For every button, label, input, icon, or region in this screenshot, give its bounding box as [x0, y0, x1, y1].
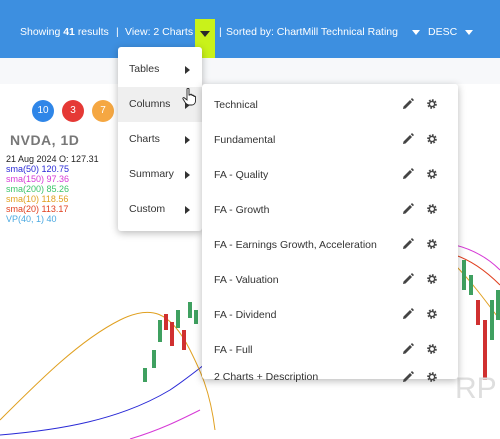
column-set-label: FA - Full: [214, 344, 253, 356]
menu-item-label: Summary: [129, 168, 174, 180]
sma20-line: [454, 254, 500, 286]
menu-item-label: Custom: [129, 203, 166, 215]
column-set-label: FA - Quality: [214, 169, 269, 181]
columns-submenu: Technical Fundamental FA - Quality FA - …: [202, 84, 458, 379]
column-set-item[interactable]: FA - Valuation: [202, 262, 458, 297]
view-menu: Tables Columns Charts Summary Custom: [118, 47, 202, 231]
pencil-icon[interactable]: [402, 168, 414, 180]
gear-icon[interactable]: [426, 238, 438, 250]
chart-legend: 21 Aug 2024 O: 127.31 sma(50) 120.75 sma…: [6, 154, 99, 224]
pencil-icon[interactable]: [402, 238, 414, 250]
chevron-right-icon: [185, 66, 190, 74]
chevron-right-icon: [185, 171, 190, 179]
chevron-right-icon: [185, 206, 190, 214]
pencil-icon[interactable]: [402, 371, 414, 383]
menu-item-tables[interactable]: Tables: [118, 52, 202, 87]
gear-icon[interactable]: [426, 168, 438, 180]
legend-sma150: sma(150) 97.36: [6, 174, 70, 184]
gear-icon[interactable]: [426, 371, 438, 383]
gear-icon[interactable]: [426, 133, 438, 145]
menu-item-label: Tables: [129, 63, 160, 75]
chevron-down-icon: [411, 29, 420, 35]
legend-vp: VP(40, 1) 40: [6, 214, 57, 224]
column-set-label: FA - Growth: [214, 204, 270, 216]
pencil-icon[interactable]: [402, 273, 414, 285]
pencil-icon[interactable]: [402, 98, 414, 110]
results-toolbar: Showing 41 results | View: 2 Charts | So…: [0, 0, 500, 58]
sort-selector-label: Sorted by: ChartMill Technical Rating: [226, 26, 398, 38]
pencil-icon[interactable]: [402, 203, 414, 215]
chart-date-ohlc: 21 Aug 2024 O: 127.31: [6, 154, 99, 164]
legend-sma200: sma(200) 85.26: [6, 184, 70, 194]
rating-badge: 7: [92, 100, 114, 122]
menu-item-charts[interactable]: Charts: [118, 122, 202, 157]
column-set-item[interactable]: Technical: [202, 87, 458, 122]
toolbar-separator: |: [116, 26, 119, 38]
menu-item-summary[interactable]: Summary: [118, 157, 202, 192]
sma150-line: [129, 409, 201, 439]
chevron-right-icon: [185, 136, 190, 144]
gear-icon[interactable]: [426, 308, 438, 320]
legend-sma50: sma(50) 120.75: [6, 164, 70, 174]
sort-selector[interactable]: Sorted by: ChartMill Technical Rating: [226, 26, 420, 38]
menu-item-label: Columns: [129, 98, 171, 110]
chevron-down-icon: [200, 31, 210, 37]
column-set-label: FA - Valuation: [214, 274, 279, 286]
column-set-item[interactable]: FA - Growth: [202, 192, 458, 227]
pencil-icon[interactable]: [402, 343, 414, 355]
toolbar-separator: |: [219, 26, 222, 38]
pencil-icon[interactable]: [402, 308, 414, 320]
gear-icon[interactable]: [426, 98, 438, 110]
column-set-label: FA - Earnings Growth, Acceleration: [214, 239, 377, 251]
rating-badge: 3: [62, 100, 84, 122]
candlesticks-right: [462, 260, 500, 380]
chart-watermark: RP: [455, 372, 497, 405]
chart-ticker-title: NVDA, 1D: [10, 132, 80, 148]
column-set-label: 2 Charts + Description: [214, 371, 319, 383]
menu-item-custom[interactable]: Custom: [118, 192, 202, 227]
column-set-item[interactable]: Fundamental: [202, 122, 458, 157]
chevron-down-icon: [465, 29, 474, 35]
column-set-item[interactable]: FA - Dividend: [202, 297, 458, 332]
gear-icon[interactable]: [426, 203, 438, 215]
results-count-text: Showing 41 results: [20, 26, 109, 38]
view-selector-label[interactable]: View: 2 Charts: [125, 26, 193, 38]
menu-item-label: Charts: [129, 133, 160, 145]
candlesticks-left: [143, 302, 198, 382]
order-selector-label: DESC: [428, 26, 458, 38]
column-set-item[interactable]: FA - Earnings Growth, Acceleration: [202, 227, 458, 262]
column-set-label: Technical: [214, 99, 258, 111]
legend-sma10: sma(10) 118.56: [6, 194, 69, 204]
column-set-label: FA - Dividend: [214, 309, 277, 321]
gear-icon[interactable]: [426, 273, 438, 285]
pencil-icon[interactable]: [402, 133, 414, 145]
column-set-label: Fundamental: [214, 134, 276, 146]
column-set-item[interactable]: FA - Full: [202, 332, 458, 367]
rating-badge: 10: [32, 100, 54, 122]
gear-icon[interactable]: [426, 343, 438, 355]
column-set-item[interactable]: 2 Charts + Description: [202, 366, 458, 386]
column-set-item[interactable]: FA - Quality: [202, 157, 458, 192]
sma10-line: [0, 311, 216, 431]
legend-sma20: sma(20) 113.17: [6, 204, 69, 214]
order-selector[interactable]: DESC: [428, 26, 474, 38]
hand-cursor-icon: [182, 88, 196, 106]
